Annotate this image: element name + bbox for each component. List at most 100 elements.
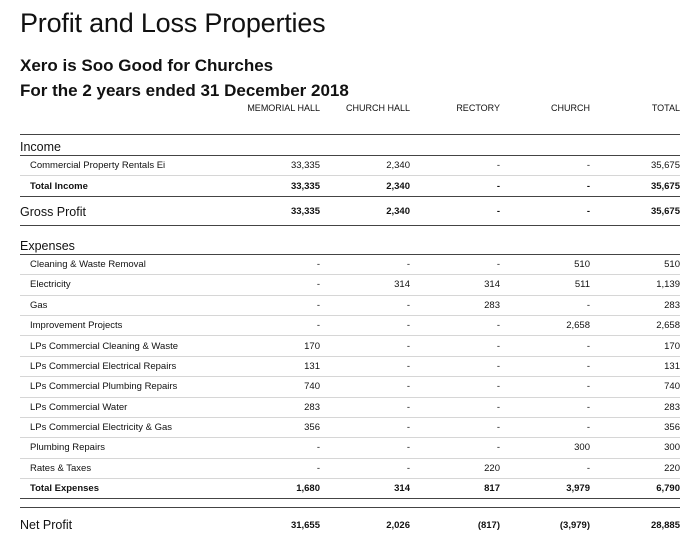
row-label: Plumbing Repairs xyxy=(20,437,230,459)
row-value: - xyxy=(410,356,500,378)
row-value: 300 xyxy=(500,437,590,459)
row-value: - xyxy=(410,175,500,197)
net-profit-row: Net Profit 31,655 2,026 (817) (3,979) 28,885 xyxy=(20,507,680,538)
row-value: 31,655 xyxy=(230,507,320,538)
row-value: - xyxy=(230,458,320,480)
row-value: 35,675 xyxy=(590,196,680,226)
row-value: 131 xyxy=(230,356,320,378)
row-value: 356 xyxy=(230,417,320,439)
row-value: - xyxy=(500,356,590,378)
row-label: Electricity xyxy=(20,274,230,296)
income-row: Commercial Property Rentals Ei 33,335 2,34… xyxy=(20,155,680,177)
row-value: - xyxy=(320,356,410,378)
row-value: - xyxy=(320,437,410,459)
row-value: 510 xyxy=(500,254,590,276)
row-value: - xyxy=(230,295,320,316)
expense-row: Rates & Taxes - -220-220 xyxy=(20,458,680,480)
row-label: Gross Profit xyxy=(20,196,230,226)
row-value: - xyxy=(500,417,590,439)
report-period: For the 2 years ended 31 December 2018 xyxy=(20,81,349,100)
row-value: - xyxy=(410,376,500,398)
row-label: Cleaning & Waste Removal xyxy=(20,254,230,276)
row-value: - xyxy=(410,196,500,226)
header-rule xyxy=(20,122,680,135)
row-value: - xyxy=(320,315,410,337)
report-page: Profit and Loss Properties Xero is Soo G… xyxy=(0,0,693,538)
row-value: 33,335 xyxy=(230,175,320,197)
row-value: 3,979 xyxy=(500,478,590,500)
expense-row: Improvement Projects - - -2,658 2,658 xyxy=(20,315,680,337)
row-value: 35,675 xyxy=(590,175,680,197)
row-value: - xyxy=(500,295,590,316)
row-value: - xyxy=(320,295,410,316)
row-value: 1,680 xyxy=(230,478,320,500)
row-value: - xyxy=(500,376,590,398)
row-value: - xyxy=(410,335,500,357)
section-heading: Expenses xyxy=(20,233,680,255)
row-value: 35,675 xyxy=(590,155,680,177)
profit-loss-table: MEMORIAL HALL CHURCH HALL RECTORY CHURCH… xyxy=(20,102,680,538)
row-value: - xyxy=(320,376,410,398)
row-label: Improvement Projects xyxy=(20,315,230,337)
report-title: Profit and Loss Properties xyxy=(20,8,326,38)
total-expenses-row: Total Expenses 1,680 314 817 3,979 6,790 xyxy=(20,478,680,500)
row-value: 356 xyxy=(590,417,680,439)
row-value: - xyxy=(500,175,590,197)
row-value: - xyxy=(230,437,320,459)
row-value: (817) xyxy=(410,507,500,538)
organisation-name: Xero is Soo Good for Churches xyxy=(20,56,274,75)
column-header: CHURCH xyxy=(551,103,590,113)
row-value: - xyxy=(500,458,590,480)
row-gap xyxy=(20,499,680,508)
column-header: CHURCH HALL xyxy=(345,103,410,113)
row-value: - xyxy=(500,196,590,226)
row-value: - xyxy=(320,458,410,480)
row-value: - xyxy=(410,437,500,459)
section-heading: Income xyxy=(20,134,680,156)
expense-row: LPs Commercial Cleaning & Waste 170- - -170 xyxy=(20,335,680,357)
row-label: Total Income xyxy=(20,175,230,197)
row-value: 740 xyxy=(590,376,680,398)
row-value: 170 xyxy=(590,335,680,357)
row-label: LPs Commercial Water xyxy=(20,397,230,418)
row-value: 2,340 xyxy=(320,155,410,177)
row-label: LPs Commercial Electricity & Gas xyxy=(20,417,230,439)
row-value: 33,335 xyxy=(230,155,320,177)
row-value: 220 xyxy=(590,458,680,480)
expense-row: LPs Commercial Plumbing Repairs 740- - -740 xyxy=(20,376,680,398)
row-value: 2,026 xyxy=(320,507,410,538)
row-value: 283 xyxy=(590,295,680,316)
row-value: 33,335 xyxy=(230,196,320,226)
row-label: LPs Commercial Cleaning & Waste xyxy=(20,335,230,357)
row-value: (3,979) xyxy=(500,507,590,538)
row-value: - xyxy=(320,335,410,357)
row-value: - xyxy=(230,274,320,296)
row-value: 283 xyxy=(230,397,320,418)
column-header: RECTORY xyxy=(456,103,500,113)
row-value: 28,885 xyxy=(590,507,680,538)
row-value: - xyxy=(410,397,500,418)
column-header: MEMORIAL HALL xyxy=(247,103,320,113)
row-value: - xyxy=(410,254,500,276)
row-value: - xyxy=(410,155,500,177)
row-value: 1,139 xyxy=(590,274,680,296)
header-label-spacer xyxy=(20,102,230,122)
expense-row: Cleaning & Waste Removal - - -510 510 xyxy=(20,254,680,276)
row-value: - xyxy=(500,155,590,177)
row-value: 740 xyxy=(230,376,320,398)
row-value: 314 xyxy=(410,274,500,296)
row-value: 170 xyxy=(230,335,320,357)
row-value: 2,658 xyxy=(500,315,590,337)
row-value: 511 xyxy=(500,274,590,296)
column-header: TOTAL xyxy=(651,103,680,113)
gross-profit-row: Gross Profit 33,335 2,340- -35,675 xyxy=(20,196,680,226)
expense-row: Electricity -314 314 511 1,139 xyxy=(20,274,680,296)
row-value: 2,340 xyxy=(320,175,410,197)
row-value: 2,340 xyxy=(320,196,410,226)
expenses-heading: Expenses xyxy=(20,233,680,255)
gap-cell xyxy=(20,225,680,234)
row-value: 817 xyxy=(410,478,500,500)
row-label: Commercial Property Rentals Ei xyxy=(20,155,230,177)
expense-row: Gas - -283-283 xyxy=(20,295,680,316)
gap-cell xyxy=(20,499,680,508)
